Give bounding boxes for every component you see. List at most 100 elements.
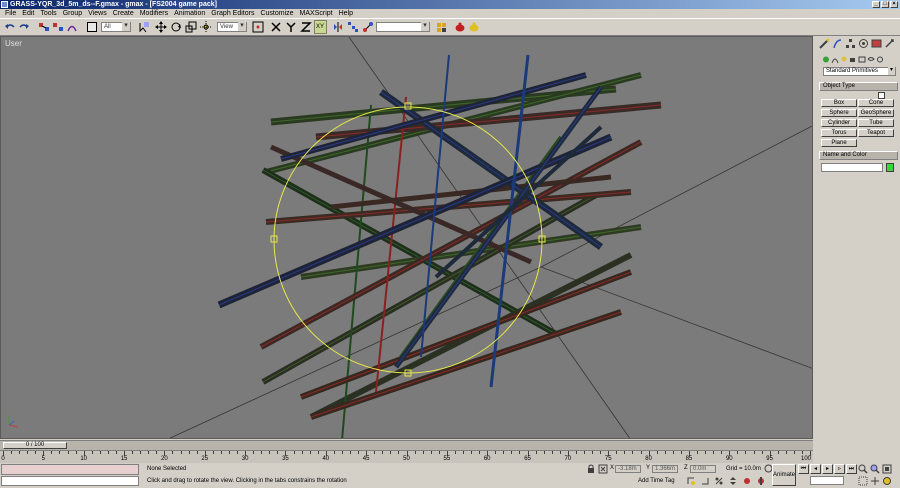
- menu-animation[interactable]: Animation: [171, 9, 208, 18]
- tube-button[interactable]: Tube: [858, 119, 894, 127]
- display-tab-icon[interactable]: [871, 38, 882, 49]
- select-move-icon[interactable]: [155, 21, 167, 33]
- autogrid-checkbox[interactable]: [878, 92, 885, 99]
- menu-create[interactable]: Create: [110, 9, 137, 18]
- pivot-center-icon[interactable]: [252, 21, 264, 33]
- go-to-end-button[interactable]: ⏭: [846, 464, 857, 474]
- restrict-xy-plane-button[interactable]: XY: [314, 20, 327, 34]
- torus-button[interactable]: Torus: [821, 129, 857, 137]
- percent-snap-icon[interactable]: [714, 476, 724, 486]
- zoom-all-icon[interactable]: [870, 464, 880, 474]
- previous-frame-button[interactable]: ◂: [810, 464, 821, 474]
- region-zoom-icon[interactable]: [858, 476, 868, 486]
- minimize-button[interactable]: _: [872, 1, 880, 8]
- next-frame-button[interactable]: ▹: [834, 464, 845, 474]
- select-by-name-icon[interactable]: [138, 21, 150, 33]
- modify-tab-icon[interactable]: [832, 38, 843, 49]
- helpers-icon[interactable]: [858, 55, 866, 64]
- rotate-gizmo[interactable]: [270, 102, 546, 377]
- geometry-icon[interactable]: [822, 55, 830, 64]
- undo-icon[interactable]: [4, 21, 16, 33]
- utilities-tab-icon[interactable]: [884, 38, 895, 49]
- z-coord-field[interactable]: 0.0m: [690, 465, 716, 473]
- restrict-y-icon[interactable]: [285, 21, 297, 33]
- close-button[interactable]: ×: [890, 1, 898, 8]
- menu-views[interactable]: Views: [85, 9, 110, 18]
- menu-file[interactable]: File: [2, 9, 19, 18]
- maxscript-listener-mini[interactable]: [1, 464, 139, 475]
- key-mode-icon[interactable]: [742, 476, 752, 486]
- maxscript-listener-input[interactable]: [1, 476, 139, 486]
- render-teapot-icon[interactable]: [454, 21, 466, 33]
- motion-tab-icon[interactable]: [858, 38, 869, 49]
- lock-selection-icon[interactable]: [586, 464, 596, 474]
- menu-maxscript[interactable]: MAXScript: [297, 9, 336, 18]
- viewport-scene[interactable]: [1, 37, 813, 439]
- current-frame-field[interactable]: [810, 476, 844, 485]
- object-name-field[interactable]: [821, 163, 883, 172]
- select-link-icon[interactable]: [38, 21, 50, 33]
- redo-icon[interactable]: [18, 21, 30, 33]
- spinner-snap-icon[interactable]: [728, 476, 738, 486]
- hierarchy-tab-icon[interactable]: [845, 38, 856, 49]
- animate-button[interactable]: Animate: [772, 464, 796, 486]
- object-color-swatch[interactable]: [886, 163, 894, 172]
- zoom-extents-icon[interactable]: [882, 464, 892, 474]
- viewport-user[interactable]: User: [0, 36, 813, 439]
- menu-graph-editors[interactable]: Graph Editors: [208, 9, 257, 18]
- menu-group[interactable]: Group: [60, 9, 85, 18]
- material-editor-icon[interactable]: [436, 21, 448, 33]
- teapot-button[interactable]: Teapot: [858, 129, 894, 137]
- bind-space-warp-icon[interactable]: [66, 21, 78, 33]
- mirror-icon[interactable]: [332, 21, 344, 33]
- restrict-z-icon[interactable]: [300, 21, 312, 33]
- cameras-icon[interactable]: [849, 55, 857, 64]
- angle-snap-icon[interactable]: [700, 476, 710, 486]
- set-key-icon[interactable]: [756, 476, 766, 486]
- name-and-color-rollout[interactable]: Name and Color: [819, 151, 898, 160]
- select-object-icon[interactable]: [86, 21, 98, 33]
- geosphere-button[interactable]: GeoSphere: [858, 109, 894, 117]
- trackbar[interactable]: 0 5 10 15 20 25 30 35 40 45 50 55 60 65 70 75 80 85 90 95 10…: [0, 450, 813, 463]
- category-dropdown[interactable]: Standard Primitives: [823, 67, 896, 76]
- lights-icon[interactable]: [840, 55, 848, 64]
- selection-filter-dropdown[interactable]: All: [101, 22, 131, 32]
- menu-modifiers[interactable]: Modifiers: [137, 9, 171, 18]
- reference-coord-dropdown[interactable]: View: [217, 22, 247, 32]
- restrict-x-icon[interactable]: [270, 21, 282, 33]
- zoom-icon[interactable]: [858, 464, 868, 474]
- unlink-icon[interactable]: [52, 21, 64, 33]
- sphere-button[interactable]: Sphere: [821, 109, 857, 117]
- create-tab-icon[interactable]: [819, 38, 830, 49]
- space-warps-icon[interactable]: [867, 55, 875, 64]
- play-button[interactable]: ▸: [822, 464, 833, 474]
- use-pivot-icon[interactable]: [200, 21, 212, 33]
- menu-customize[interactable]: Customize: [257, 9, 296, 18]
- go-to-start-button[interactable]: ⏮: [798, 464, 809, 474]
- menu-edit[interactable]: Edit: [19, 9, 37, 18]
- select-scale-icon[interactable]: [185, 21, 197, 33]
- y-coord-field[interactable]: 1.366m: [652, 465, 678, 473]
- time-slider-track[interactable]: 0 / 100: [0, 440, 813, 450]
- maximize-button[interactable]: □: [881, 1, 889, 8]
- shapes-icon[interactable]: [831, 55, 839, 64]
- align-icon[interactable]: [362, 21, 374, 33]
- plane-button[interactable]: Plane: [821, 139, 857, 147]
- menu-help[interactable]: Help: [336, 9, 356, 18]
- box-button[interactable]: Box: [821, 99, 857, 107]
- menu-tools[interactable]: Tools: [37, 9, 59, 18]
- object-type-rollout[interactable]: Object Type: [819, 82, 898, 91]
- select-rotate-icon[interactable]: [170, 21, 182, 33]
- cylinder-button[interactable]: Cylinder: [821, 119, 857, 127]
- snap-toggle-icon[interactable]: [686, 476, 696, 486]
- cone-button[interactable]: Cone: [858, 99, 894, 107]
- array-icon[interactable]: [347, 21, 359, 33]
- arc-rotate-icon[interactable]: [882, 476, 892, 486]
- absolute-mode-icon[interactable]: [598, 464, 608, 474]
- time-slider[interactable]: 0 / 100: [3, 442, 67, 449]
- named-selection-sets-dropdown[interactable]: [376, 22, 430, 32]
- pan-icon[interactable]: [870, 476, 880, 486]
- x-coord-field[interactable]: -3.18m: [615, 465, 641, 473]
- quick-render-icon[interactable]: [468, 21, 480, 33]
- systems-icon[interactable]: [876, 55, 884, 64]
